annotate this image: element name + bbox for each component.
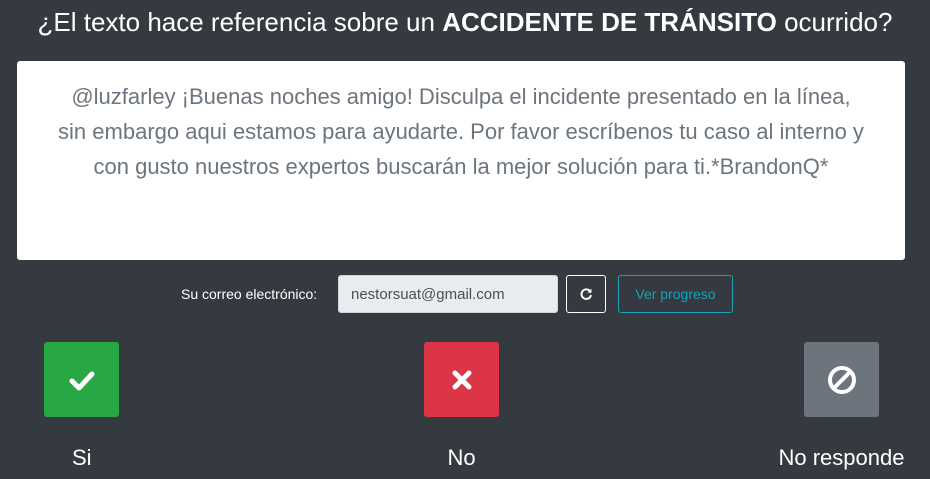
no-response-label: No responde — [778, 445, 905, 470]
tweet-text: @luzfarley ¡Buenas noches amigo! Disculp… — [58, 84, 864, 179]
email-input[interactable] — [338, 275, 558, 313]
yes-button[interactable] — [44, 342, 119, 417]
yes-label: Si — [72, 445, 92, 470]
check-icon — [69, 371, 94, 390]
x-icon — [452, 370, 471, 389]
refresh-button[interactable] — [566, 275, 606, 313]
no-button[interactable] — [424, 342, 499, 417]
email-label: Su correo electrónico: — [181, 286, 318, 302]
ban-icon — [827, 365, 856, 394]
answer-si: Si — [44, 342, 119, 470]
refresh-icon — [580, 288, 592, 300]
answer-no-responde: No responde — [779, 342, 904, 470]
question-suffix: ocurrido? — [776, 7, 893, 37]
view-progress-button[interactable]: Ver progreso — [618, 275, 733, 313]
email-row: Su correo electrónico: Ver progreso — [0, 275, 930, 313]
no-label: No — [447, 445, 476, 470]
question-title: ¿El texto hace referencia sobre un ACCID… — [0, 4, 930, 40]
question-prefix: ¿El texto hace referencia sobre un — [37, 7, 443, 37]
question-emphasis: ACCIDENTE DE TRÁNSITO — [442, 7, 777, 37]
answer-no: No — [424, 342, 499, 470]
no-response-button[interactable] — [804, 342, 879, 417]
tweet-text-card: @luzfarley ¡Buenas noches amigo! Disculp… — [17, 61, 905, 260]
